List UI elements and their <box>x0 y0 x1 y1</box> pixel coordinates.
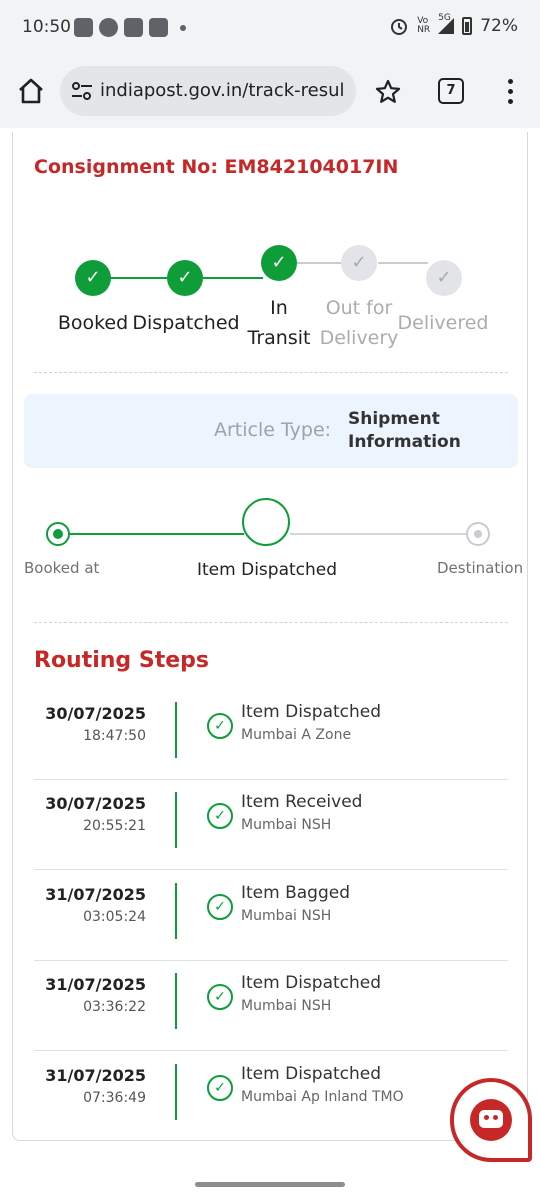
alarm-icon <box>391 19 408 35</box>
journey-track: Booked at Item Dispatched Destination <box>13 492 529 592</box>
row-divider <box>34 869 508 870</box>
bookmark-star-icon[interactable] <box>374 78 402 106</box>
routing-office: Mumbai NSH <box>241 908 332 924</box>
routing-row: 30/07/2025 18:47:50 ✓ Item Dispatched Mu… <box>34 690 508 780</box>
status-time: 10:50 <box>22 17 71 37</box>
journey-start-label: Booked at <box>24 559 100 577</box>
notification-icons <box>74 18 186 37</box>
step-delivered-check-icon: ✓ <box>426 260 462 296</box>
site-settings-icon[interactable] <box>70 80 94 102</box>
article-type-value: Shipment Information <box>348 409 461 452</box>
step-booked-check-icon: ✓ <box>75 260 111 296</box>
app-notification-icon <box>74 18 93 37</box>
row-divider <box>34 1050 508 1051</box>
journey-line-completed <box>70 533 244 535</box>
message-notification-icon <box>149 18 168 37</box>
routing-time: 03:05:24 <box>83 909 146 925</box>
routing-office: Mumbai NSH <box>241 998 332 1014</box>
step-label-delivered: Delivered <box>397 312 489 334</box>
tab-switcher-button[interactable]: 7 <box>438 78 464 104</box>
robot-icon <box>470 1099 512 1141</box>
step-out-for-delivery-check-icon: ✓ <box>341 245 377 281</box>
origin-marker-icon <box>46 522 70 546</box>
section-divider <box>34 372 508 373</box>
step-connector <box>296 262 342 264</box>
overflow-menu-icon[interactable] <box>500 76 520 106</box>
article-type-box: Article Type: Shipment Information <box>24 394 518 468</box>
routing-row: 30/07/2025 20:55:21 ✓ Item Received Mumb… <box>34 780 508 870</box>
check-circle-icon: ✓ <box>207 713 233 739</box>
journey-current-label: Item Dispatched <box>197 560 338 580</box>
routing-time: 20:55:21 <box>83 818 146 834</box>
sync-notification-icon <box>99 18 118 37</box>
gesture-home-bar[interactable] <box>195 1182 345 1187</box>
routing-event: Item Dispatched <box>241 973 382 993</box>
timeline-line <box>175 883 177 939</box>
routing-date: 30/07/2025 <box>45 794 146 813</box>
system-icons: Vo NR 5G 72% <box>389 14 518 36</box>
address-bar[interactable]: indiapost.gov.in/track-resul <box>60 66 356 116</box>
step-connector <box>108 277 168 279</box>
chatbot-button[interactable] <box>450 1078 532 1162</box>
current-location-marker-icon <box>242 498 290 546</box>
routing-office: Mumbai Ap Inland TMO <box>241 1089 404 1105</box>
routing-event: Item Dispatched <box>241 1064 382 1084</box>
routing-date: 31/07/2025 <box>45 885 146 904</box>
step-label-dispatched: Dispatched <box>132 312 240 334</box>
timeline-line <box>175 702 177 758</box>
step-label-in-transit-2: Transit <box>247 327 311 349</box>
routing-time: 07:36:49 <box>83 1090 146 1106</box>
routing-row: 31/07/2025 03:05:24 ✓ Item Bagged Mumbai… <box>34 871 508 961</box>
routing-event: Item Dispatched <box>241 702 382 722</box>
journey-end-label: Destination <box>437 559 524 577</box>
routing-event: Item Bagged <box>241 883 351 903</box>
url-text[interactable]: indiapost.gov.in/track-resul <box>100 80 350 101</box>
browser-toolbar: indiapost.gov.in/track-resul 7 <box>0 56 540 128</box>
timeline-line <box>175 973 177 1029</box>
article-type-label: Article Type: <box>214 419 332 441</box>
routing-time: 18:47:50 <box>83 728 146 744</box>
routing-office: Mumbai A Zone <box>241 727 352 743</box>
destination-marker-icon <box>466 522 490 546</box>
more-notifications-icon <box>180 24 186 31</box>
journey-line-remaining <box>290 533 468 535</box>
timeline-line <box>175 792 177 848</box>
routing-row: 31/07/2025 03:36:22 ✓ Item Dispatched Mu… <box>34 961 508 1051</box>
status-bar: 10:50 Vo NR 5G 72% <box>0 0 540 56</box>
network-type-icon: Vo NR <box>417 16 431 35</box>
timeline-line <box>175 1064 177 1120</box>
tracking-result-card: Consignment No: EM842104017IN ✓ ✓ ✓ ✓ ✓ … <box>12 132 528 1141</box>
step-connector <box>378 262 428 264</box>
step-label-booked: Booked <box>57 312 129 334</box>
routing-steps-title: Routing Steps <box>34 648 209 673</box>
routing-date: 31/07/2025 <box>45 1066 146 1085</box>
routing-date: 30/07/2025 <box>45 704 146 723</box>
routing-office: Mumbai NSH <box>241 817 332 833</box>
check-circle-icon: ✓ <box>207 984 233 1010</box>
step-dispatched-check-icon: ✓ <box>167 260 203 296</box>
check-circle-icon: ✓ <box>207 894 233 920</box>
battery-icon <box>462 17 473 35</box>
progress-stepper: ✓ ✓ ✓ ✓ ✓ Booked Dispatched In Transit O… <box>13 242 529 382</box>
step-connector <box>203 277 263 279</box>
step-in-transit-check-icon: ✓ <box>261 245 297 281</box>
signal-icon: 5G <box>438 14 455 34</box>
home-icon[interactable] <box>14 74 48 108</box>
routing-event: Item Received <box>241 792 363 812</box>
section-divider <box>34 622 508 623</box>
routing-date: 31/07/2025 <box>45 975 146 994</box>
check-circle-icon: ✓ <box>207 1075 233 1101</box>
consignment-number: Consignment No: EM842104017IN <box>34 156 399 178</box>
routing-row: 31/07/2025 07:36:49 ✓ Item Dispatched Mu… <box>34 1052 508 1142</box>
routing-time: 03:36:22 <box>83 999 146 1015</box>
check-circle-icon: ✓ <box>207 803 233 829</box>
battery-percent: 72% <box>480 16 518 36</box>
step-label-in-transit: In <box>270 297 288 319</box>
app-notification-icon <box>124 18 143 37</box>
